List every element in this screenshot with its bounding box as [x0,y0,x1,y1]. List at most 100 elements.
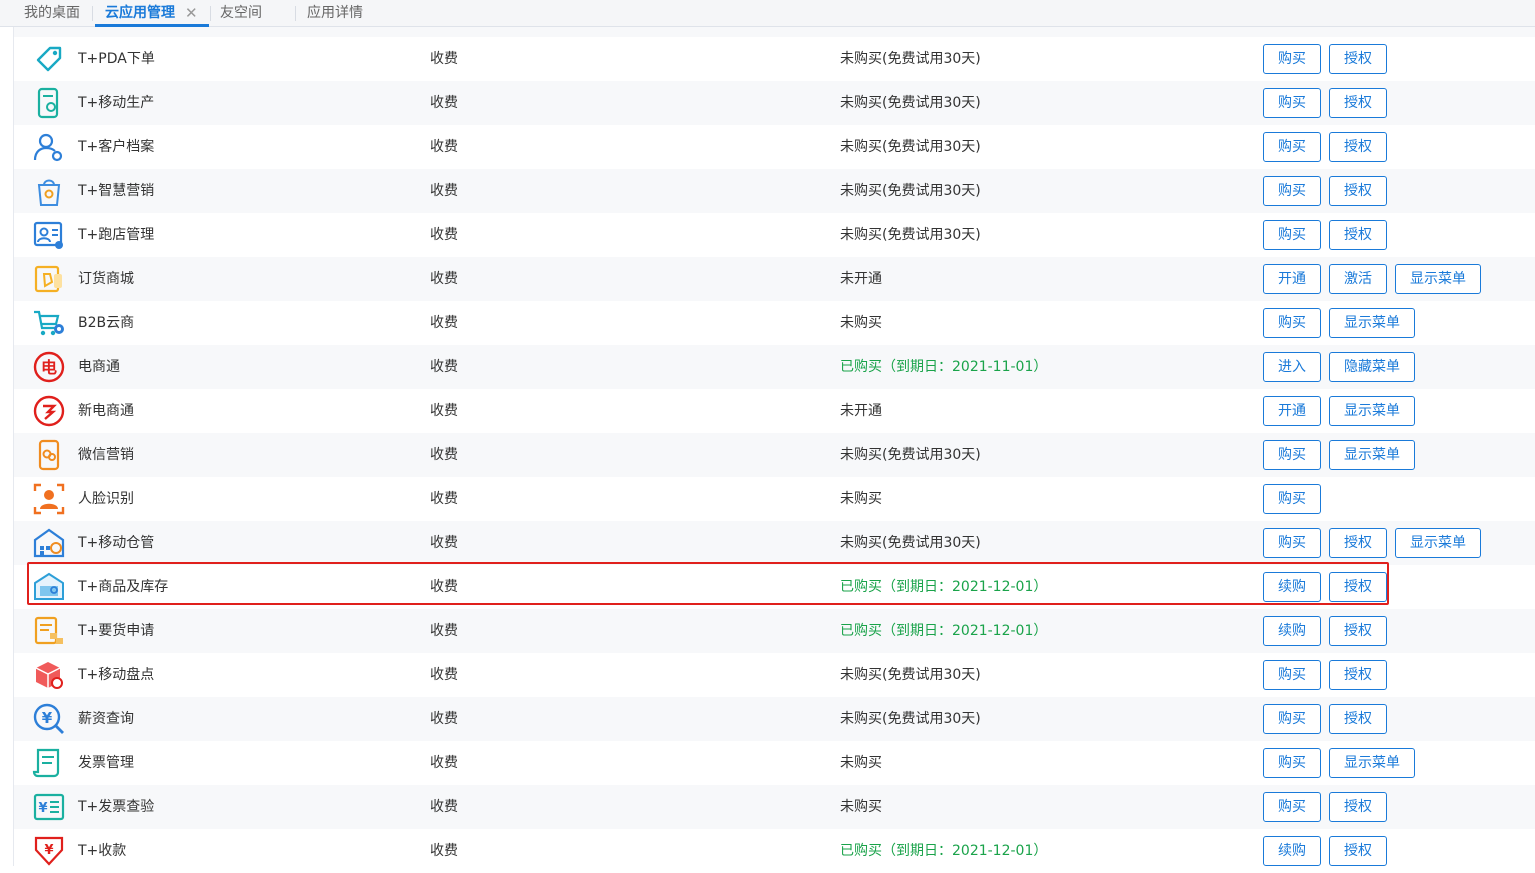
fee-type: 收费 [430,183,458,199]
tab-separator [210,6,211,21]
enable-button[interactable]: 开通 [1263,264,1321,294]
purchase-status: 未购买(免费试用30天) [840,535,981,551]
purchase-status: 已购买（到期日：2021-12-01） [840,579,1048,595]
fee-type: 收费 [430,843,458,859]
table-row: T+商品及库存 收费 已购买（到期日：2021-12-01） 续购 授权 [14,565,1535,609]
enable-button[interactable]: 开通 [1263,396,1321,426]
tab-app-detail[interactable]: 应用详情 [307,0,363,27]
activate-button[interactable]: 激活 [1329,264,1387,294]
purchase-status: 已购买（到期日：2021-12-01） [840,623,1048,639]
tab-separator [295,6,296,21]
order-mall-icon [32,262,66,296]
show-menu-button[interactable]: 显示菜单 [1329,748,1415,778]
purchase-status: 未购买(免费试用30天) [840,227,981,243]
buy-button[interactable]: 购买 [1263,44,1321,74]
purchase-status: 未开通 [840,403,882,419]
buy-button[interactable]: 购买 [1263,132,1321,162]
authorize-button[interactable]: 授权 [1329,616,1387,646]
buy-button[interactable]: 购买 [1263,748,1321,778]
authorize-button[interactable]: 授权 [1329,528,1387,558]
buy-button[interactable]: 购买 [1263,176,1321,206]
authorize-button[interactable]: 授权 [1329,704,1387,734]
buy-button[interactable]: 购买 [1263,484,1321,514]
app-name: T+移动生产 [78,95,155,111]
authorize-button[interactable]: 授权 [1329,220,1387,250]
table-row: T+移动盘点 收费 未购买(免费试用30天) 购买 授权 [14,653,1535,697]
new-ecommerce-icon [32,394,66,428]
fee-type: 收费 [430,667,458,683]
table-row: ¥ T+发票查验 收费 未购买 购买 授权 [14,785,1535,829]
buy-button[interactable]: 购买 [1263,308,1321,338]
authorize-button[interactable]: 授权 [1329,176,1387,206]
tab-close-icon[interactable]: ✕ [185,0,198,27]
authorize-button[interactable]: 授权 [1329,836,1387,866]
show-menu-button[interactable]: 显示菜单 [1395,528,1481,558]
app-name: 薪资查询 [78,711,134,727]
authorize-button[interactable]: 授权 [1329,660,1387,690]
renew-button[interactable]: 续购 [1263,616,1321,646]
buy-button[interactable]: 购买 [1263,88,1321,118]
tab-friend-space[interactable]: 友空间 [220,0,262,27]
app-name: T+PDA下单 [78,51,155,67]
show-menu-button[interactable]: 显示菜单 [1329,440,1415,470]
tag-icon [32,42,66,76]
tab-separator [92,6,93,21]
table-row: 订货商城 收费 未开通 开通 激活 显示菜单 [14,257,1535,301]
svg-text:电: 电 [41,358,57,377]
table-row: T+要货申请 收费 已购买（到期日：2021-12-01） 续购 授权 [14,609,1535,653]
table-row: T+客户档案 收费 未购买(免费试用30天) 购买 授权 [14,125,1535,169]
buy-button[interactable]: 购买 [1263,528,1321,558]
fee-type: 收费 [430,227,458,243]
fee-type: 收费 [430,139,458,155]
app-name: T+移动盘点 [78,667,155,683]
table-row: T+智慧营销 收费 未购买(免费试用30天) 购买 授权 [14,169,1535,213]
enter-button[interactable]: 进入 [1263,352,1321,382]
buy-button[interactable]: 购买 [1263,440,1321,470]
purchase-status: 未购买 [840,315,882,331]
purchase-status: 未购买(免费试用30天) [840,447,981,463]
table-row: 微信营销 收费 未购买(免费试用30天) 购买 显示菜单 [14,433,1535,477]
table-row: T+PDA下单 收费 未购买(免费试用30天) 购买 授权 [14,37,1535,81]
app-name: T+移动仓管 [78,535,155,551]
tab-cloud-app-management[interactable]: 云应用管理 [105,0,175,27]
salary-query-icon: ¥ [32,702,66,736]
fee-type: 收费 [430,271,458,287]
fee-type: 收费 [430,579,458,595]
purchase-status: 未购买(免费试用30天) [840,139,981,155]
table-row: 电 电商通 收费 已购买（到期日：2021-11-01） 进入 隐藏菜单 [14,345,1535,389]
authorize-button[interactable]: 授权 [1329,792,1387,822]
table-row: T+移动仓管 收费 未购买(免费试用30天) 购买 授权 显示菜单 [14,521,1535,565]
purchase-status: 未购买 [840,491,882,507]
authorize-button[interactable]: 授权 [1329,44,1387,74]
authorize-button[interactable]: 授权 [1329,132,1387,162]
authorize-button[interactable]: 授权 [1329,572,1387,602]
tab-my-desktop[interactable]: 我的桌面 [24,0,80,27]
fee-type: 收费 [430,447,458,463]
app-name: B2B云商 [78,315,135,331]
buy-button[interactable]: 购买 [1263,660,1321,690]
requisition-icon [32,614,66,648]
store-visit-icon [32,218,66,252]
smart-marketing-icon [32,174,66,208]
app-name: 人脸识别 [78,491,134,507]
purchase-status: 未购买 [840,755,882,771]
buy-button[interactable]: 购买 [1263,220,1321,250]
purchase-status: 未购买(免费试用30天) [840,183,981,199]
renew-button[interactable]: 续购 [1263,572,1321,602]
buy-button[interactable]: 购买 [1263,704,1321,734]
goods-inventory-icon [32,570,66,604]
table-row: T+跑店管理 收费 未购买(免费试用30天) 购买 授权 [14,213,1535,257]
authorize-button[interactable]: 授权 [1329,88,1387,118]
app-name: T+要货申请 [78,623,155,639]
show-menu-button[interactable]: 显示菜单 [1395,264,1481,294]
show-menu-button[interactable]: 显示菜单 [1329,396,1415,426]
buy-button[interactable]: 购买 [1263,792,1321,822]
purchase-status: 未购买(免费试用30天) [840,667,981,683]
invoice-check-icon: ¥ [32,790,66,824]
renew-button[interactable]: 续购 [1263,836,1321,866]
mobile-production-icon [32,86,66,120]
app-name: T+商品及库存 [78,579,169,595]
hide-menu-button[interactable]: 隐藏菜单 [1329,352,1415,382]
show-menu-button[interactable]: 显示菜单 [1329,308,1415,338]
table-row: 发票管理 收费 未购买 购买 显示菜单 [14,741,1535,785]
